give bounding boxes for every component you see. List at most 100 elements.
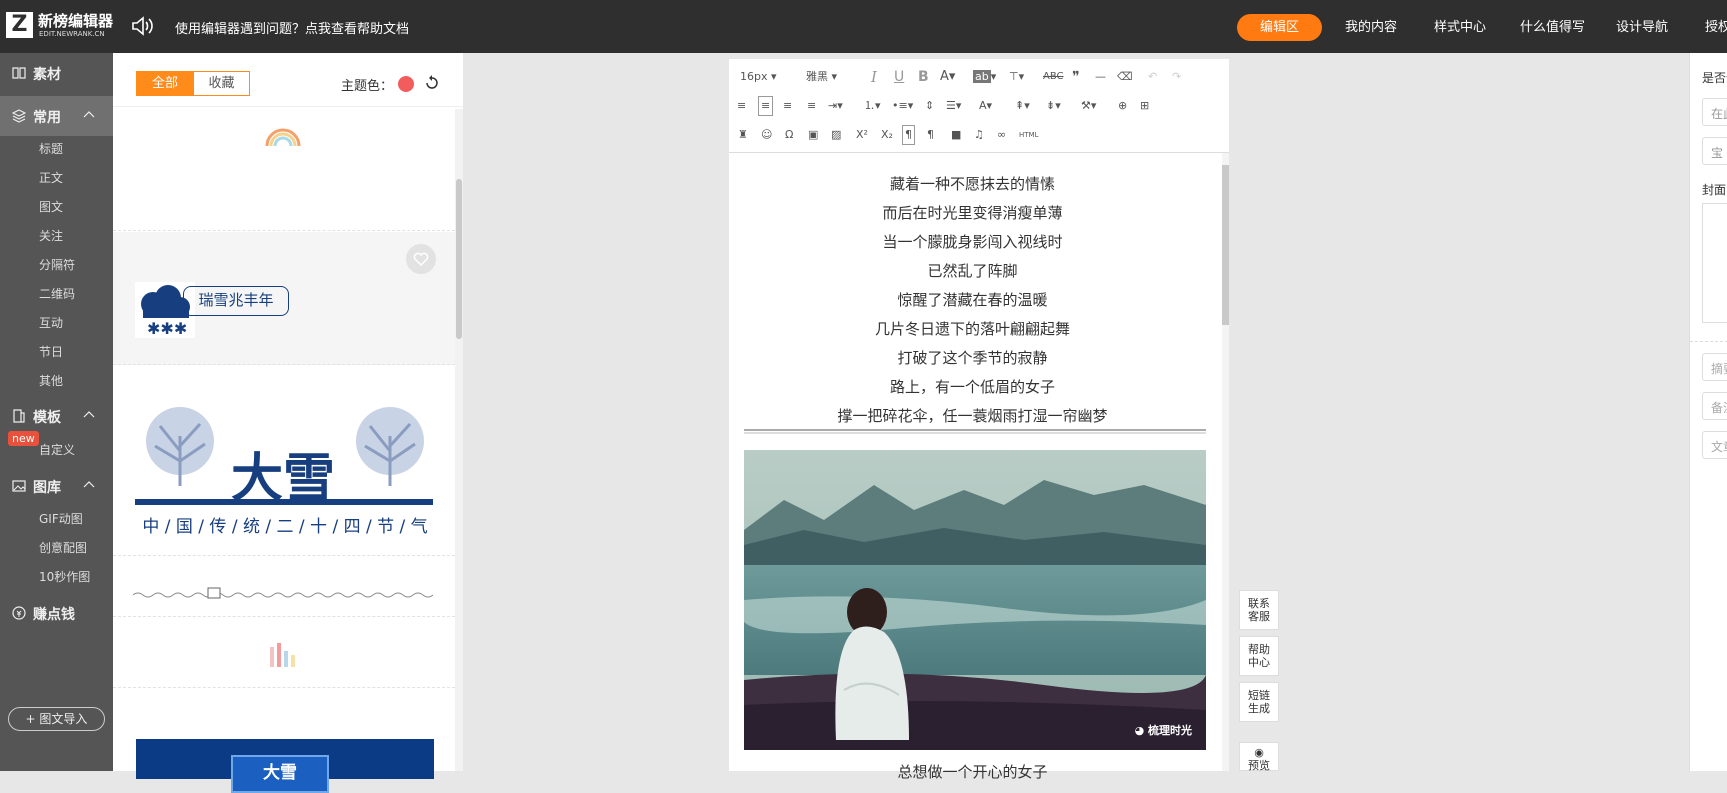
poem-line[interactable]: 惊醒了潜藏在春的温暖 (729, 289, 1216, 310)
tab-favorites[interactable]: 收藏 (193, 71, 250, 96)
subscript-icon[interactable]: X₂ (881, 127, 893, 143)
contact-support-button[interactable]: 联系客服 (1239, 590, 1279, 630)
sidebar-material[interactable]: 素材 (0, 53, 113, 93)
nav-authorize[interactable]: 授权 (1705, 14, 1727, 41)
sidebar-item-creative-image[interactable]: 创意配图 (39, 539, 87, 556)
poem-line[interactable]: 藏着一种不愿抹去的情愫 (729, 173, 1216, 194)
poem-line[interactable]: 已然乱了阵脚 (729, 260, 1216, 281)
cover-upload-area[interactable] (1702, 203, 1727, 323)
sidebar-item-gif[interactable]: GIF动图 (39, 510, 83, 527)
poem-line[interactable]: 路上，有一个低眉的女子 (729, 376, 1216, 397)
link-icon[interactable]: ∞ (997, 127, 1006, 143)
help-center-button[interactable]: 帮助中心 (1239, 636, 1279, 676)
font-size-select[interactable]: 16px ▾ (740, 69, 777, 85)
nav-style-center[interactable]: 样式中心 (1434, 14, 1486, 41)
html-icon[interactable]: HTML (1019, 127, 1038, 143)
sidebar-common[interactable]: 常用 (0, 96, 113, 136)
help-doc-link[interactable]: 使用编辑器遇到问题？点我查看帮助文档 (175, 18, 409, 37)
music-icon[interactable]: ♫ (974, 127, 984, 143)
chevron-up-icon[interactable] (83, 479, 95, 491)
bold-icon[interactable]: B (918, 69, 929, 85)
special-char-icon[interactable]: Ω (785, 127, 793, 143)
sidebar-item-custom[interactable]: 自定义 (39, 441, 75, 458)
poem-line[interactable]: 几片冬日遗下的落叶翩翩起舞 (729, 318, 1216, 339)
strikethrough-icon[interactable]: ABC (1043, 69, 1064, 85)
sidebar-item-separator[interactable]: 分隔符 (39, 256, 75, 273)
panel-scrollbar-thumb[interactable] (456, 179, 462, 339)
poem-line[interactable]: 当一个朦胧身影闯入视线时 (729, 231, 1216, 252)
sidebar-item-qrcode[interactable]: 二维码 (39, 285, 75, 302)
emoji-icon[interactable]: ☺ (761, 127, 772, 143)
align-justify-icon[interactable]: ≡ (807, 98, 816, 114)
poem-line[interactable]: 总想做一个开心的女子 (729, 761, 1216, 782)
card-divider[interactable] (113, 557, 455, 617)
sidebar-item-other[interactable]: 其他 (39, 372, 63, 389)
tab-all[interactable]: 全部 (136, 71, 194, 96)
letter-spacing-icon[interactable]: A▾ (979, 98, 992, 114)
multi-image-icon[interactable]: ▨ (831, 127, 841, 143)
spacing-top-icon[interactable]: ⇞▾ (1015, 98, 1030, 114)
sidebar-earn[interactable]: 赚点钱 (0, 593, 113, 633)
editor-scrollbar[interactable] (1222, 153, 1229, 771)
paragraph-spacing-icon[interactable]: ☰▾ (946, 98, 961, 114)
image-icon[interactable]: ▣ (808, 127, 818, 143)
panel-scrollbar[interactable] (455, 109, 463, 771)
poem-line[interactable]: 打破了这个季节的寂静 (729, 347, 1216, 368)
video-icon[interactable]: ■ (951, 127, 961, 143)
poem-line[interactable]: 撑一把碎花伞，任一蓑烟雨打湿一帘幽梦 (729, 405, 1216, 426)
editor-scrollbar-thumb[interactable] (1222, 165, 1229, 325)
nav-design-guide[interactable]: 设计导航 (1616, 14, 1668, 41)
horizontal-rule-icon[interactable]: — (1095, 69, 1106, 85)
italic-icon[interactable]: I (871, 69, 877, 85)
nav-editor[interactable]: 编辑区 (1237, 14, 1322, 41)
summary-input[interactable]: 摘要 (1702, 353, 1727, 381)
sidebar-item-10s-drawing[interactable]: 10秒作图 (39, 568, 90, 585)
highlight-icon[interactable]: ⊤▾ (1009, 69, 1024, 85)
remark-input[interactable]: 备注 (1702, 392, 1727, 420)
ltr-icon[interactable]: ¶ (902, 125, 915, 145)
undo-icon[interactable]: ↶ (1148, 69, 1157, 85)
settings-field-1[interactable]: 在此 (1702, 98, 1727, 126)
font-family-select[interactable]: 雅黑 ▾ (806, 69, 837, 85)
short-link-button[interactable]: 短链生成 (1239, 682, 1279, 722)
nav-my-content[interactable]: 我的内容 (1345, 14, 1397, 41)
underline-icon[interactable]: U (894, 69, 904, 85)
theme-color-swatch[interactable] (398, 76, 414, 92)
card-rainbow[interactable] (113, 108, 455, 231)
spacing-bottom-icon[interactable]: ⇟▾ (1046, 98, 1061, 114)
card-bars[interactable] (113, 618, 455, 688)
clear-format-icon[interactable]: ♜ (738, 127, 748, 143)
favorite-heart-button[interactable] (406, 244, 436, 274)
align-center-icon[interactable]: ≡ (758, 96, 774, 116)
sidebar-template[interactable]: 模板 (0, 396, 113, 436)
chevron-up-icon[interactable] (83, 109, 95, 121)
search-icon[interactable]: ⊕ (1118, 98, 1127, 114)
sidebar-item-body[interactable]: 正文 (39, 169, 63, 186)
align-right-icon[interactable]: ≡ (783, 98, 792, 114)
article-input[interactable]: 文章 (1702, 431, 1727, 459)
line-spacing-icon[interactable]: ⇕ (925, 98, 934, 114)
nav-worth-writing[interactable]: 什么值得写 (1520, 14, 1585, 41)
sidebar-item-holiday[interactable]: 节日 (39, 343, 63, 360)
import-article-button[interactable]: + 图文导入 (8, 707, 105, 731)
quote-icon[interactable]: ❞ (1072, 69, 1080, 85)
font-color-icon[interactable]: A▾ (940, 69, 955, 85)
speaker-icon[interactable] (130, 14, 154, 38)
format-brush-icon[interactable]: ⚒▾ (1081, 98, 1096, 114)
reset-icon[interactable] (424, 75, 440, 91)
superscript-icon[interactable]: X² (856, 127, 868, 143)
indent-icon[interactable]: ⇥▾ (828, 98, 843, 114)
card-daxue[interactable]: 大雪 中 / 国 / 传 / 统 / 二 / 十 / 四 / 节 / 气 (113, 366, 455, 556)
fullscreen-icon[interactable]: ⊞ (1140, 98, 1149, 114)
sidebar-item-follow[interactable]: 关注 (39, 227, 63, 244)
eraser-icon[interactable]: ⌫ (1117, 69, 1133, 85)
sidebar-item-interact[interactable]: 互动 (39, 314, 63, 331)
align-left-icon[interactable]: ≡ (737, 98, 746, 114)
chevron-up-icon[interactable] (83, 409, 95, 421)
sidebar-item-title[interactable]: 标题 (39, 140, 63, 157)
poem-line[interactable]: 而后在时光里变得消瘦单薄 (729, 202, 1216, 223)
background-color-icon[interactable]: ab ▾ (973, 69, 996, 85)
redo-icon[interactable]: ↷ (1172, 69, 1181, 85)
unordered-list-icon[interactable]: •≡▾ (892, 98, 913, 114)
sidebar-gallery[interactable]: 图库 (0, 466, 113, 506)
